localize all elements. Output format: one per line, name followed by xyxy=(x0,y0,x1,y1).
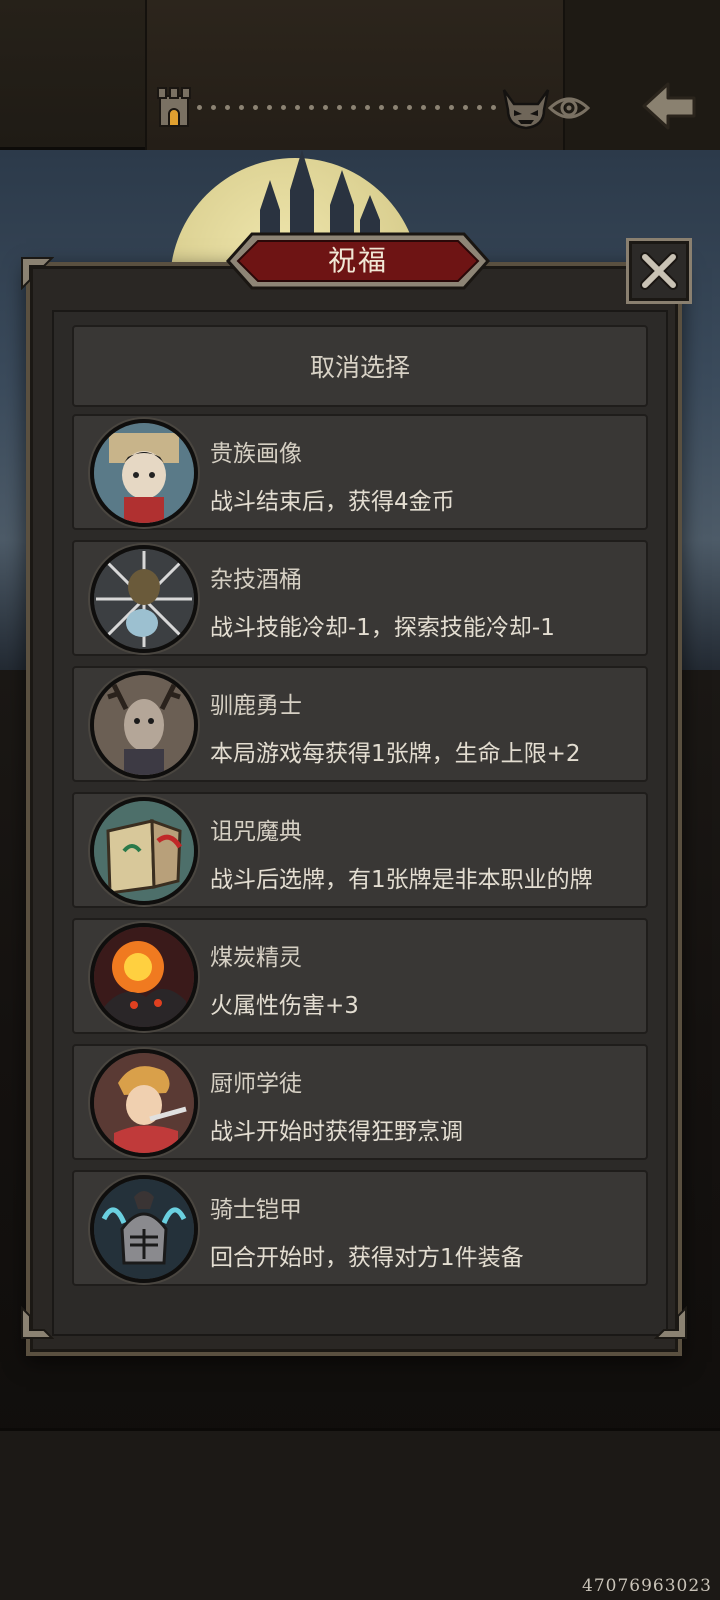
close-x-icon xyxy=(640,252,678,290)
top-bar xyxy=(0,0,720,150)
coal-spirit-icon xyxy=(90,923,198,1031)
blessing-description: 本局游戏每获得1张牌，生命上限+2 xyxy=(210,741,581,767)
knight-armor-icon xyxy=(90,1175,198,1283)
blessing-description: 战斗结束后，获得4金币 xyxy=(210,489,455,515)
reindeer-warrior-icon xyxy=(90,671,198,779)
blessing-name: 煤炭精灵 xyxy=(210,945,302,971)
blessing-description: 战斗开始时获得狂野烹调 xyxy=(210,1119,463,1145)
acrobat-barrel-icon xyxy=(90,545,198,653)
blessing-name: 骑士铠甲 xyxy=(210,1197,302,1223)
cursed-grimoire-icon xyxy=(90,797,198,905)
horned-demon-icon xyxy=(502,89,550,130)
blessing-description: 战斗技能冷却-1，探索技能冷却-1 xyxy=(210,615,555,641)
close-button[interactable] xyxy=(626,238,692,304)
level-progress-track xyxy=(197,103,501,111)
blessing-name: 贵族画像 xyxy=(210,441,302,467)
chef-apprentice-icon xyxy=(90,1049,198,1157)
blessing-option-coal-spirit[interactable]: 煤炭精灵 火属性伤害+3 xyxy=(72,918,648,1034)
blessing-option-knight-armor[interactable]: 骑士铠甲 回合开始时，获得对方1件装备 xyxy=(72,1170,648,1286)
panel-corner-ornament xyxy=(21,1306,54,1339)
noble-portrait-icon xyxy=(90,419,198,527)
cancel-selection-button[interactable]: 取消选择 xyxy=(72,325,648,407)
blessing-option-noble-portrait[interactable]: 贵族画像 战斗结束后，获得4金币 xyxy=(72,414,648,530)
dialog-title-banner: 祝福 xyxy=(224,230,492,292)
blessing-name: 驯鹿勇士 xyxy=(210,693,302,719)
panel-corner-ornament xyxy=(654,1306,687,1339)
castle-icon xyxy=(157,87,191,127)
blessing-option-cursed-grimoire[interactable]: 诅咒魔典 战斗后选牌，有1张牌是非本职业的牌 xyxy=(72,792,648,908)
blessing-option-chef-apprentice[interactable]: 厨师学徒 战斗开始时获得狂野烹调 xyxy=(72,1044,648,1160)
blessing-name: 诅咒魔典 xyxy=(210,819,302,845)
eye-icon xyxy=(548,97,590,119)
blessing-description: 回合开始时，获得对方1件装备 xyxy=(210,1245,524,1271)
blessing-description: 火属性伤害+3 xyxy=(210,993,359,1019)
bottom-rim xyxy=(0,1428,720,1600)
dialog-title: 祝福 xyxy=(327,244,388,277)
blessing-option-acrobat-barrel[interactable]: 杂技酒桶 战斗技能冷却-1，探索技能冷却-1 xyxy=(72,540,648,656)
panel-corner-ornament xyxy=(21,257,54,290)
blessing-name: 厨师学徒 xyxy=(210,1071,302,1097)
blessing-option-reindeer-warrior[interactable]: 驯鹿勇士 本局游戏每获得1张牌，生命上限+2 xyxy=(72,666,648,782)
blessing-description: 战斗后选牌，有1张牌是非本职业的牌 xyxy=(210,867,593,893)
blessing-name: 杂技酒桶 xyxy=(210,567,302,593)
back-arrow-icon[interactable] xyxy=(640,80,700,136)
watermark-id: 47076963023 xyxy=(582,1576,712,1596)
